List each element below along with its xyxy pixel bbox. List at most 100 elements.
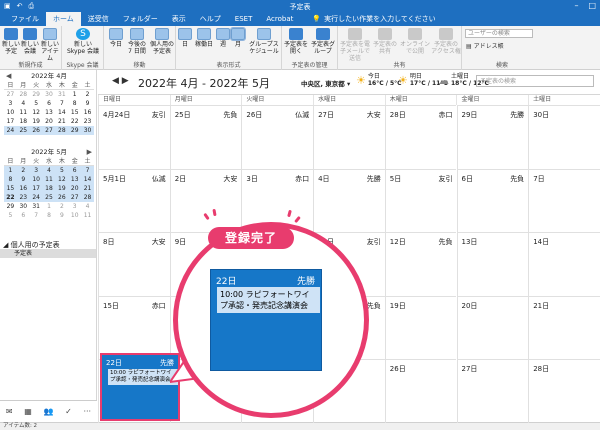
mini-calendar-day[interactable]: 13 bbox=[68, 175, 82, 184]
day-cell[interactable]: 5月1日 仏滅 bbox=[98, 168, 170, 233]
mini-calendar-day[interactable]: 30 bbox=[17, 202, 30, 211]
day-cell[interactable]: 20日 bbox=[456, 295, 529, 360]
mini-calendar-day[interactable]: 4 bbox=[42, 166, 56, 175]
mini-calendar-day[interactable]: 8 bbox=[43, 211, 56, 220]
mini-calendar-day[interactable]: 3 bbox=[68, 202, 81, 211]
day-cell[interactable]: 8日 大安 bbox=[98, 232, 170, 296]
schedule-view-button[interactable]: グループスケジュール bbox=[248, 28, 280, 55]
location-selector[interactable]: 中央区, 東京都 ▾ bbox=[301, 78, 350, 88]
mini-calendar-day[interactable]: 10 bbox=[68, 211, 81, 220]
day-cell[interactable]: 28日 赤口 bbox=[384, 105, 457, 169]
mini-calendar-day[interactable]: 29 bbox=[68, 126, 82, 135]
day-cell[interactable]: 13日 bbox=[456, 232, 529, 296]
mini-calendar-day[interactable]: 25 bbox=[42, 193, 56, 202]
mini-calendar-day[interactable]: 13 bbox=[43, 108, 56, 117]
mini-calendar-day[interactable]: 24 bbox=[4, 126, 17, 135]
mini-calendar-day[interactable]: 7 bbox=[81, 166, 94, 175]
mini-calendar-day[interactable]: 19 bbox=[55, 184, 69, 193]
mini-calendar-day[interactable]: 17 bbox=[4, 117, 17, 126]
mini-calendar-day[interactable]: 21 bbox=[55, 117, 68, 126]
mini-calendar-day[interactable]: 16 bbox=[81, 108, 94, 117]
search-people-input[interactable]: ユーザーの検索 bbox=[465, 29, 533, 38]
day-cell[interactable]: 28日 bbox=[528, 359, 600, 423]
mini-calendar-day[interactable]: 17 bbox=[29, 184, 43, 193]
mini-calendar-day[interactable]: 2 bbox=[55, 202, 68, 211]
mini-calendar-day[interactable]: 12 bbox=[30, 108, 43, 117]
mini-calendar-day[interactable]: 11 bbox=[42, 175, 56, 184]
event-appointment[interactable]: 10:00 ラピフォートワイプ承認・発売記念講演会 bbox=[106, 369, 178, 385]
mini-calendar-day[interactable]: 7 bbox=[30, 211, 43, 220]
calendar-list-item[interactable]: 予定表 bbox=[0, 249, 96, 258]
prev-next-arrows[interactable]: ◀ ▶ bbox=[112, 76, 129, 86]
mini-calendar-day[interactable]: 6 bbox=[43, 99, 56, 108]
mini-calendar-day[interactable]: 18 bbox=[42, 184, 56, 193]
day-cell[interactable]: 26日 bbox=[384, 359, 457, 423]
day-cell[interactable]: 4月24日 友引 bbox=[98, 105, 170, 169]
mini-calendar-day[interactable]: 11 bbox=[81, 211, 94, 220]
mini-calendar-day[interactable]: 27 bbox=[68, 193, 82, 202]
mini-calendar-day[interactable]: 14 bbox=[55, 108, 68, 117]
mini-calendar-day[interactable]: 5 bbox=[4, 211, 17, 220]
mini-calendar-day[interactable]: 6 bbox=[68, 166, 82, 175]
tasks-icon[interactable]: ✓ bbox=[65, 407, 72, 416]
mini-calendar-day[interactable]: 30 bbox=[43, 90, 56, 99]
tab-acrobat[interactable]: Acrobat bbox=[259, 12, 300, 26]
day-cell[interactable]: 27日 bbox=[456, 359, 529, 423]
mini-calendar-day[interactable]: 7 bbox=[55, 99, 68, 108]
mini-calendar-day[interactable]: 26 bbox=[55, 193, 69, 202]
mini-calendar-day[interactable]: 9 bbox=[16, 175, 30, 184]
mini-calendar-day[interactable]: 16 bbox=[16, 184, 30, 193]
people-icon[interactable]: 👥 bbox=[43, 407, 53, 416]
day-cell[interactable]: 19日 bbox=[384, 295, 457, 360]
mini-calendar-day[interactable]: 1 bbox=[4, 166, 17, 175]
mini-calendar-day[interactable]: 31 bbox=[55, 90, 68, 99]
calendar-permissions-button[interactable]: 予定表のアクセス権 bbox=[431, 28, 461, 55]
mini-calendar-day[interactable]: 15 bbox=[68, 108, 81, 117]
mini-calendar-day[interactable]: 15 bbox=[4, 184, 17, 193]
new-appointment-button[interactable]: 新しい予定 bbox=[2, 28, 20, 55]
mini-calendar-day[interactable]: 10 bbox=[4, 108, 17, 117]
tab-home[interactable]: ホーム bbox=[46, 12, 81, 26]
minimize-icon[interactable]: – bbox=[574, 1, 578, 10]
new-skype-meeting-button[interactable]: S 新しい Skype 会議 bbox=[64, 28, 102, 55]
tab-help[interactable]: ヘルプ bbox=[193, 12, 228, 26]
mini-calendar-day[interactable]: 21 bbox=[81, 184, 94, 193]
mini-calendar-day[interactable]: 31 bbox=[30, 202, 43, 211]
mini-calendar-day[interactable]: 24 bbox=[29, 193, 43, 202]
mini-calendar-day[interactable]: 10 bbox=[29, 175, 43, 184]
mini-calendar-day[interactable]: 8 bbox=[4, 175, 17, 184]
mini-calendar-day[interactable]: 26 bbox=[29, 126, 43, 135]
event-day-cell[interactable]: 22日 先勝 10:00 ラピフォートワイプ承認・発売記念講演会 bbox=[100, 353, 180, 421]
mini-calendar-day[interactable]: 20 bbox=[43, 117, 56, 126]
tab-folder[interactable]: フォルダー bbox=[116, 12, 165, 26]
day-cell[interactable]: 26日 仏滅 bbox=[241, 105, 314, 169]
mini-calendar-day[interactable]: 3 bbox=[4, 99, 17, 108]
mail-icon[interactable]: ✉ bbox=[6, 407, 13, 416]
mini-calendar-day[interactable]: 23 bbox=[81, 117, 94, 126]
mini-calendar-day[interactable]: 2 bbox=[81, 90, 94, 99]
tab-file[interactable]: ファイル bbox=[4, 12, 46, 26]
mini-calendar-day[interactable]: 4 bbox=[81, 202, 94, 211]
open-calendar-button[interactable]: 予定表を開く bbox=[284, 28, 308, 55]
prev-month-icon[interactable]: ◀ bbox=[6, 72, 11, 81]
tab-eset[interactable]: ESET bbox=[228, 12, 260, 26]
mini-calendar-day[interactable]: 20 bbox=[68, 184, 82, 193]
mini-calendar-day[interactable]: 28 bbox=[81, 193, 94, 202]
day-cell[interactable]: 21日 bbox=[528, 295, 600, 360]
tell-me-box[interactable]: 💡 実行したい作業を入力してください bbox=[312, 14, 435, 24]
week-view-button[interactable]: 週 bbox=[216, 28, 230, 48]
mini-calendar-day[interactable]: 22 bbox=[68, 117, 81, 126]
mini-calendar-day[interactable]: 29 bbox=[30, 90, 43, 99]
calendar-search-input[interactable]: 予定表の検索 bbox=[476, 75, 594, 87]
next-month-icon[interactable]: ▶ bbox=[87, 148, 92, 157]
day-cell[interactable]: 2日 大安 bbox=[169, 168, 242, 233]
mini-calendar-day[interactable]: 27 bbox=[4, 90, 17, 99]
tab-view[interactable]: 表示 bbox=[165, 12, 193, 26]
day-cell[interactable]: 4日 先勝 bbox=[313, 168, 385, 233]
mini-calendar-day[interactable]: 23 bbox=[16, 193, 30, 202]
mini-calendar-day[interactable]: 14 bbox=[81, 175, 94, 184]
mini-calendar-day[interactable]: 25 bbox=[16, 126, 30, 135]
mini-calendar-day[interactable]: 28 bbox=[17, 90, 30, 99]
day-cell[interactable]: 6日 先負 bbox=[456, 168, 529, 233]
mini-calendar-day[interactable]: 4 bbox=[17, 99, 30, 108]
